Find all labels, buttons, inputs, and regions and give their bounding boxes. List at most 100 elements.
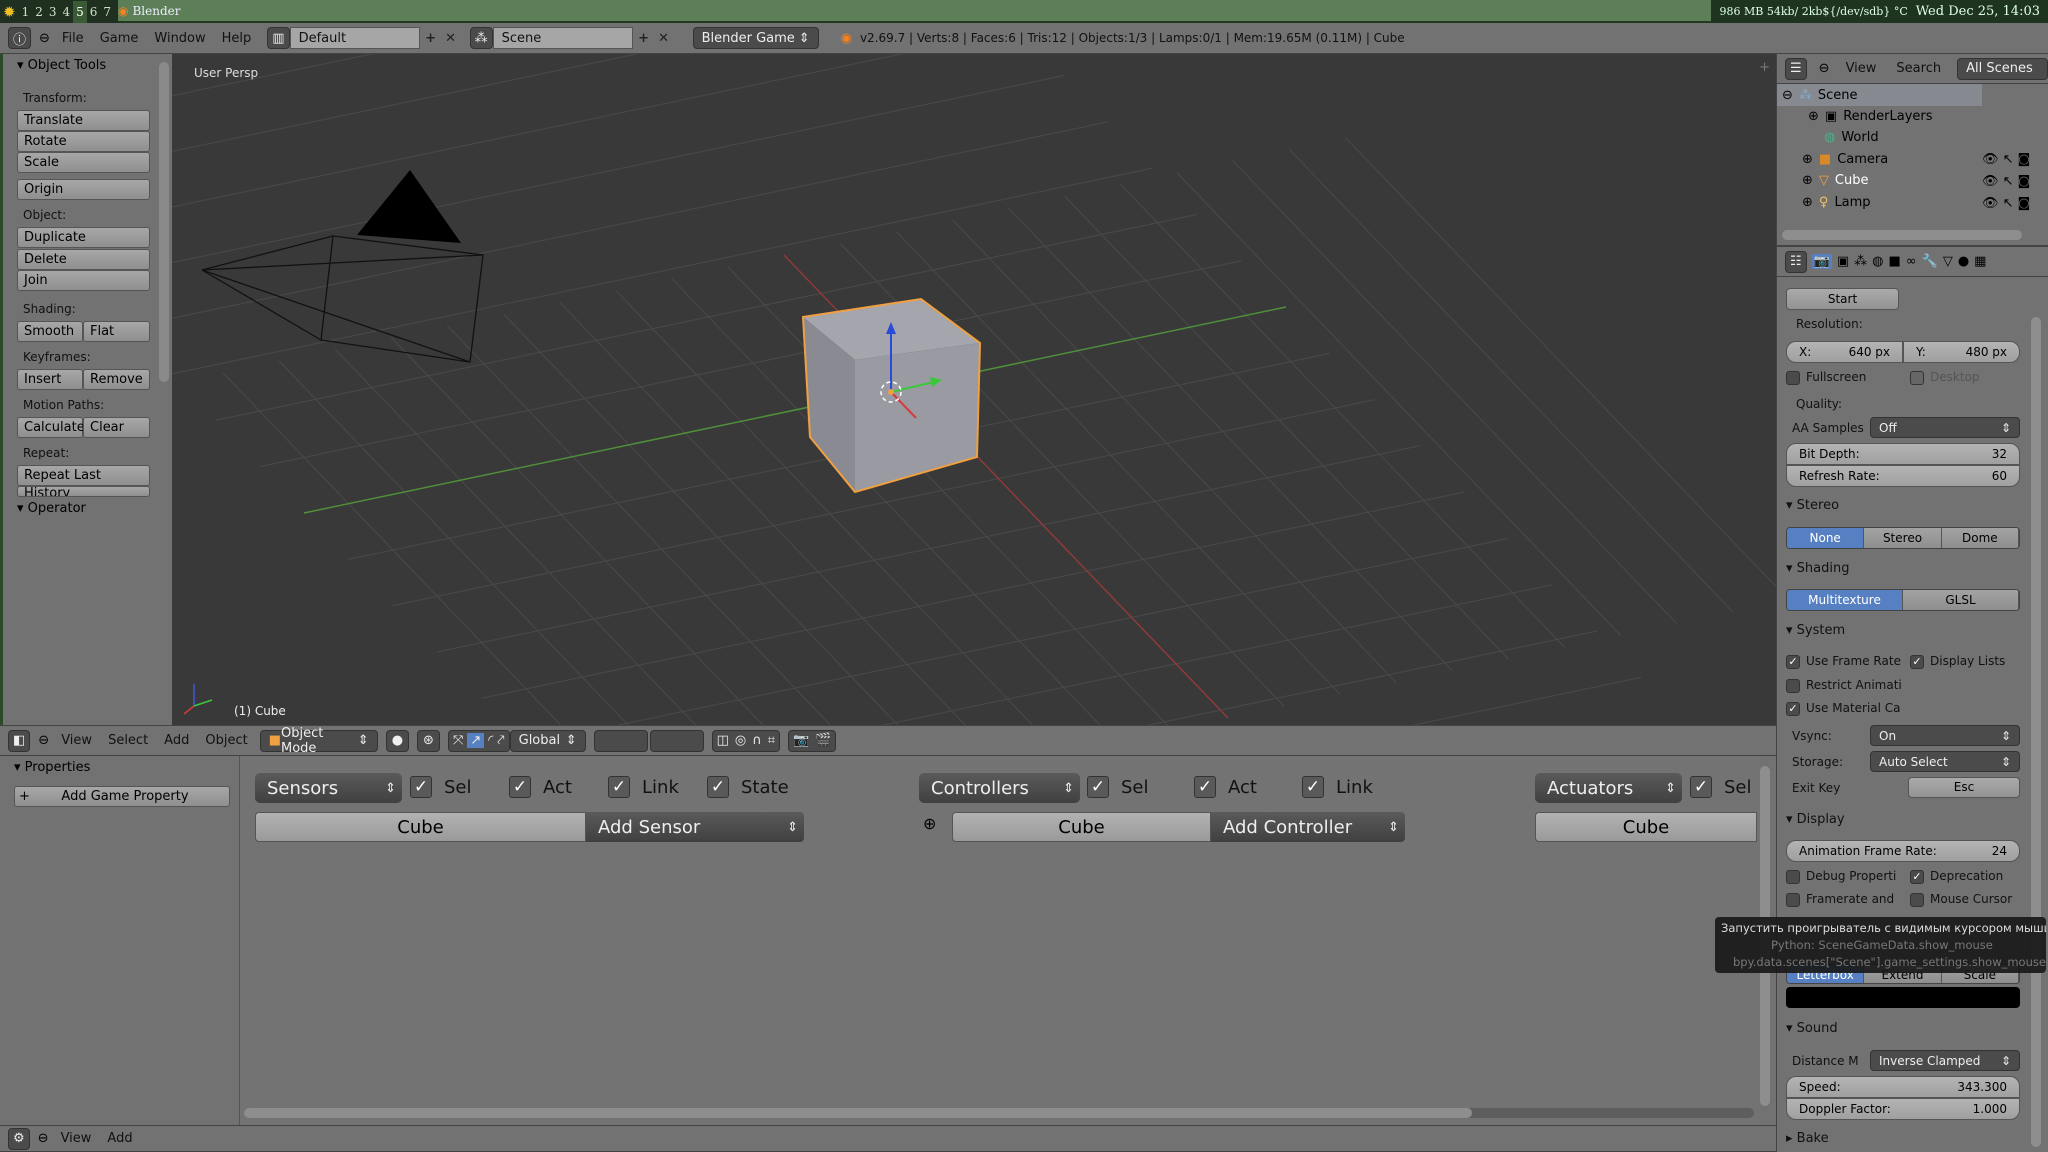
menu-file[interactable]: File: [58, 31, 88, 46]
outliner-item-camera[interactable]: ⊕ ■ Camera: [1802, 149, 1888, 169]
deprecation-checkbox[interactable]: ✓ Deprecation: [1910, 869, 2003, 884]
duplicate-button[interactable]: Duplicate: [17, 227, 150, 248]
scene-field[interactable]: Scene: [492, 27, 633, 49]
visibility-row-camera[interactable]: 👁 ↖ ◙: [1982, 149, 2030, 171]
use-frame-rate-checkbox[interactable]: ✓ Use Frame Rate: [1786, 654, 1901, 669]
menu-add[interactable]: Add: [160, 733, 193, 748]
menu-select[interactable]: Select: [104, 733, 152, 748]
sensors-link-checkbox[interactable]: ✓ Link: [608, 776, 679, 798]
render-still-icon[interactable]: 📷: [793, 733, 809, 748]
speed-field[interactable]: Speed: 343.300: [1786, 1076, 2020, 1098]
actuators-sel-checkbox[interactable]: ✓ Sel: [1690, 776, 1752, 798]
outliner-item-renderlayers[interactable]: ⊕ ▣ RenderLayers: [1808, 106, 1933, 126]
menu-add[interactable]: Add: [103, 1131, 136, 1146]
viewport-shading-select[interactable]: ●: [385, 729, 410, 752]
workspace-3[interactable]: 3: [46, 1, 60, 23]
stereo-dome-option[interactable]: Dome: [1941, 528, 2019, 548]
scene-icon-button[interactable]: ⁂: [469, 27, 493, 49]
shading-panel-header[interactable]: ▾ Shading: [1786, 561, 1849, 576]
doppler-factor-field[interactable]: Doppler Factor: 1.000: [1786, 1098, 2020, 1120]
remove-scene-icon[interactable]: ✕: [653, 27, 675, 49]
properties-header[interactable]: ▾ Properties: [14, 760, 90, 775]
refresh-rate-field[interactable]: Refresh Rate: 60: [1786, 465, 2020, 487]
data-tab-icon[interactable]: ▽: [1943, 254, 1953, 269]
render-tab-icon[interactable]: 📷: [1811, 254, 1832, 269]
workspace-6[interactable]: 6: [87, 1, 101, 23]
menu-window[interactable]: Window: [150, 31, 209, 46]
proportional-edit-icon[interactable]: ◎: [735, 733, 746, 748]
actuators-object-button[interactable]: Cube: [1535, 812, 1757, 842]
add-sensor-select[interactable]: Add Sensor ⇕: [586, 812, 804, 842]
framerate-profile-checkbox[interactable]: Framerate and: [1786, 892, 1894, 907]
rotate-button[interactable]: Rotate: [17, 131, 150, 152]
calculate-button[interactable]: Calculate: [17, 417, 85, 438]
sensors-menu[interactable]: Sensors ⇕: [255, 773, 402, 803]
lock-camera-icon[interactable]: ◫: [717, 733, 729, 748]
repeat-last-button[interactable]: Repeat Last: [17, 465, 150, 486]
delete-button[interactable]: Delete: [17, 249, 150, 270]
object-tab-icon[interactable]: ■: [1888, 254, 1900, 269]
flat-button[interactable]: Flat: [83, 321, 150, 342]
render-layers-tab-icon[interactable]: ▣: [1837, 254, 1849, 269]
translate-button[interactable]: Translate: [17, 110, 150, 131]
menu-search[interactable]: Search: [1892, 61, 1945, 76]
outliner-item-world[interactable]: ◍ World: [1824, 127, 1879, 147]
editor-type-info-button[interactable]: ⓘ: [8, 27, 32, 49]
workspace-2[interactable]: 2: [32, 1, 46, 23]
display-panel-header[interactable]: ▾ Display: [1786, 812, 1845, 827]
add-layout-icon[interactable]: +: [420, 27, 442, 49]
horizontal-scrollbar-thumb[interactable]: [244, 1108, 1472, 1118]
controllers-menu[interactable]: Controllers ⇕: [919, 773, 1080, 803]
workspace-5[interactable]: 5: [73, 0, 87, 23]
vsync-select[interactable]: On ⇕: [1870, 725, 2020, 746]
operator-header[interactable]: ▾ Operator: [17, 501, 86, 516]
use-material-caching-checkbox[interactable]: ✓ Use Material Ca: [1786, 701, 1901, 716]
fullscreen-checkbox[interactable]: Fullscreen: [1786, 370, 1866, 385]
render-animation-icon[interactable]: 🎬: [815, 733, 831, 748]
outliner-item-scene[interactable]: ⊖ ⁂ Scene: [1782, 85, 1858, 105]
snap-element-icon[interactable]: ⌗: [768, 733, 775, 748]
snap-magnet-icon[interactable]: ∩: [752, 733, 762, 748]
menu-view[interactable]: View: [1842, 61, 1881, 76]
render-engine-select[interactable]: Blender Game ⇕: [692, 27, 819, 49]
distance-model-select[interactable]: Inverse Clamped ⇕: [1870, 1050, 2020, 1071]
add-scene-icon[interactable]: +: [633, 27, 655, 49]
stereo-stereo-option[interactable]: Stereo: [1864, 528, 1942, 548]
pivot-select[interactable]: ⊛: [417, 729, 440, 752]
resolution-x-field[interactable]: X: 640 px: [1786, 341, 1903, 363]
debug-properties-checkbox[interactable]: Debug Properti: [1786, 869, 1896, 884]
editor-type-3d-button[interactable]: ◧: [8, 729, 31, 752]
manipulator-toggle-icon[interactable]: ⤧: [453, 733, 463, 748]
object-tools-header[interactable]: ▾ Object Tools: [17, 58, 106, 73]
menu-view[interactable]: View: [57, 1131, 96, 1146]
glsl-option[interactable]: GLSL: [1903, 590, 2019, 610]
scale-button[interactable]: Scale: [17, 152, 150, 173]
aa-samples-select[interactable]: Off ⇕: [1870, 417, 2020, 438]
menu-view[interactable]: View: [57, 733, 96, 748]
collapse-menu-icon[interactable]: ⊖: [39, 31, 50, 46]
layers-group-2[interactable]: [649, 729, 704, 752]
controllers-sel-checkbox[interactable]: ✓ Sel: [1087, 776, 1149, 798]
workspace-1[interactable]: 1: [19, 1, 33, 23]
bake-panel-header[interactable]: ▸ Bake: [1786, 1131, 1829, 1146]
restrict-animation-checkbox[interactable]: Restrict Animati: [1786, 678, 1902, 693]
sensors-sel-checkbox[interactable]: ✓ Sel: [410, 776, 472, 798]
horizontal-scrollbar-track[interactable]: [244, 1108, 1754, 1118]
sensors-object-button[interactable]: Cube: [255, 812, 586, 842]
join-button[interactable]: Join: [17, 270, 150, 291]
add-controller-select[interactable]: Add Controller ⇕: [1211, 812, 1405, 842]
layers-group-1[interactable]: [593, 729, 648, 752]
world-tab-icon[interactable]: ◍: [1872, 254, 1883, 269]
properties-scrollbar[interactable]: [2031, 317, 2041, 1147]
exit-key-button[interactable]: Esc: [1908, 777, 2020, 798]
constraints-tab-icon[interactable]: ∞: [1906, 254, 1917, 269]
material-tab-icon[interactable]: ●: [1958, 254, 1969, 269]
origin-button[interactable]: Origin: [17, 179, 150, 200]
layout-icon-button[interactable]: ▥: [267, 27, 290, 49]
history-button[interactable]: History: [17, 486, 150, 497]
editor-type-outliner-button[interactable]: ☰: [1785, 57, 1807, 80]
controllers-link-checkbox[interactable]: ✓ Link: [1302, 776, 1373, 798]
system-panel-header[interactable]: ▾ System: [1786, 623, 1845, 638]
editor-type-logic-button[interactable]: ⚙: [8, 1127, 30, 1150]
workspace-4[interactable]: 4: [60, 1, 74, 23]
